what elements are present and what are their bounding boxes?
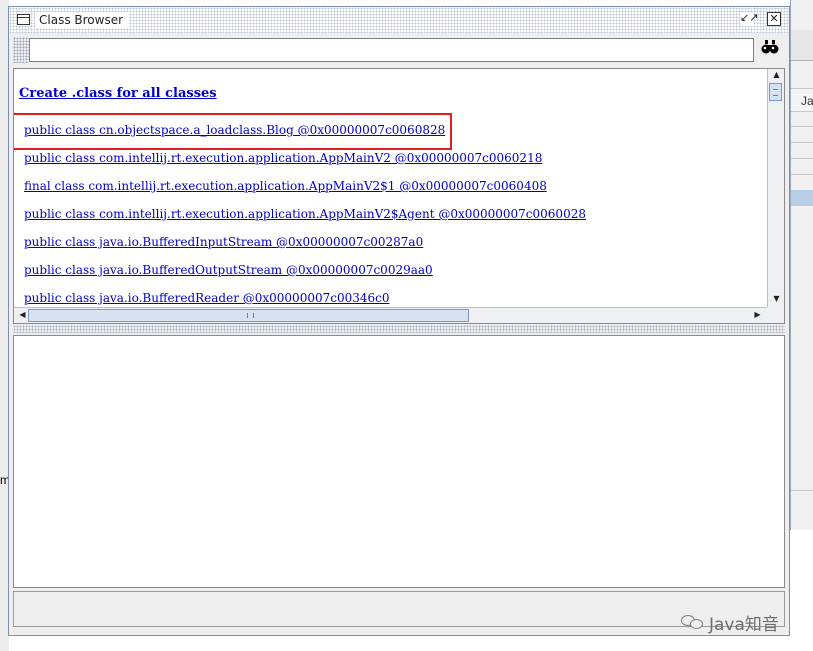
title-bar[interactable]: Class Browser ↙↗ ✕ — [9, 7, 789, 33]
background-right-toolbar — [791, 30, 813, 61]
close-icon[interactable]: ✕ — [767, 12, 781, 26]
background-app-right: Ja — [790, 0, 813, 530]
class-list: Create .class for all classes public cla… — [14, 69, 766, 307]
binoculars-icon[interactable] — [758, 38, 782, 62]
search-input[interactable] — [29, 38, 754, 62]
create-class-files-link[interactable]: Create .class for all classes — [19, 86, 217, 101]
scroll-down-arrow-icon[interactable]: ▼ — [769, 294, 784, 304]
class-list-panel: Create .class for all classes public cla… — [13, 68, 785, 324]
watermark-text: Java知音 — [709, 614, 779, 635]
watermark: Java知音 — [681, 610, 779, 635]
background-right-row-line — [791, 142, 813, 143]
class-list-item[interactable]: public class java.io.BufferedOutputStrea… — [24, 263, 433, 277]
wechat-logo-icon — [681, 613, 705, 631]
toolbar-grip[interactable] — [13, 37, 29, 63]
split-pane-divider[interactable] — [13, 325, 785, 333]
binoculars-graphic — [761, 40, 779, 54]
background-right-row-line — [791, 126, 813, 127]
highlight-annotation-box — [14, 113, 452, 150]
scroll-up-arrow-icon[interactable]: ▲ — [769, 70, 784, 80]
window-icon — [17, 14, 30, 25]
class-browser-window: Class Browser ↙↗ ✕ Create .class for all… — [8, 6, 790, 636]
vertical-scrollbar[interactable]: ▲ ▼ — [767, 69, 784, 307]
background-right-row-line — [791, 490, 813, 491]
horizontal-scroll-thumb[interactable] — [28, 309, 469, 322]
horizontal-scrollbar[interactable]: ◀ ▶ — [14, 307, 767, 323]
background-right-row-line — [791, 174, 813, 175]
vertical-scroll-thumb[interactable] — [769, 83, 782, 101]
scrollbar-corner — [767, 307, 784, 323]
restore-icon[interactable]: ↙↗ — [740, 12, 758, 26]
scroll-right-arrow-icon[interactable]: ▶ — [750, 310, 765, 320]
status-bar — [13, 591, 785, 627]
search-toolbar — [9, 35, 789, 65]
class-list-item[interactable]: public class java.io.BufferedInputStream… — [24, 235, 423, 249]
class-detail-pane — [13, 335, 785, 588]
class-list-item[interactable]: public class com.intellij.rt.execution.a… — [24, 151, 542, 165]
background-right-column-header: Ja — [791, 88, 813, 112]
class-list-item[interactable]: final class com.intellij.rt.execution.ap… — [24, 179, 547, 193]
window-title: Class Browser — [35, 12, 130, 28]
background-right-row-line — [791, 158, 813, 159]
background-right-selected-row — [791, 190, 813, 206]
class-list-item[interactable]: public class com.intellij.rt.execution.a… — [24, 207, 586, 221]
class-list-item[interactable]: public class java.io.BufferedReader @0x0… — [24, 291, 389, 305]
